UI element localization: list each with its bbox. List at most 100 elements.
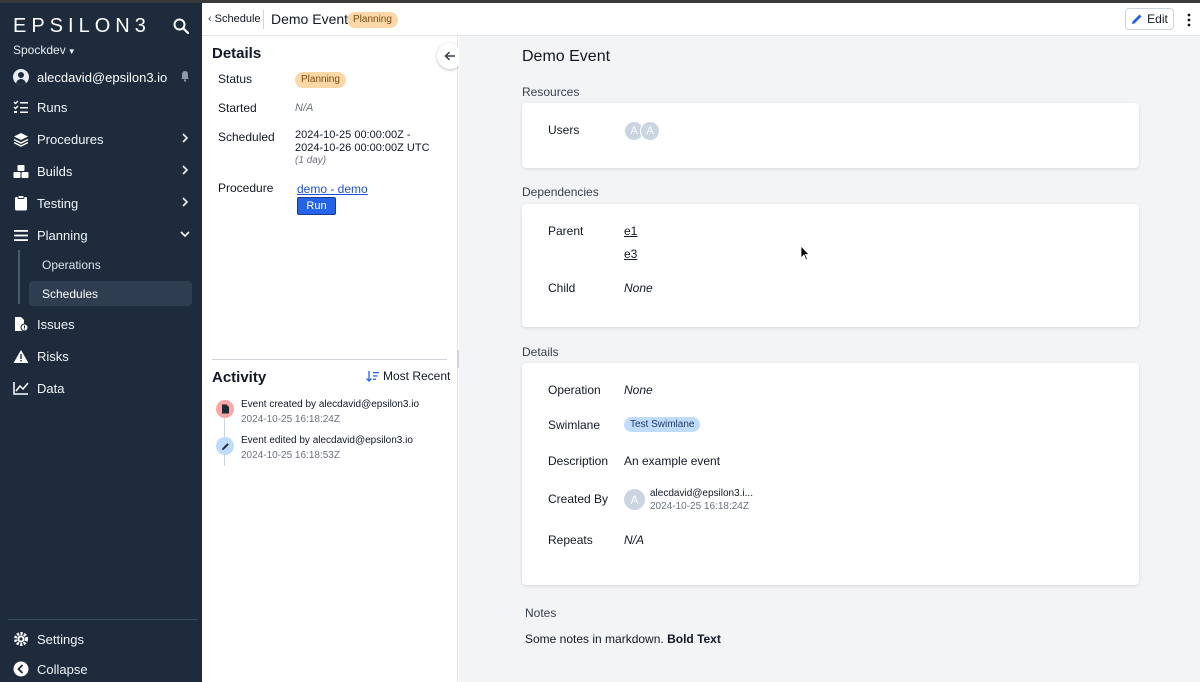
activity-timeline-line [224, 454, 225, 466]
run-button[interactable]: Run [297, 197, 336, 215]
app-logo[interactable]: EPSILON3 [13, 15, 151, 38]
parent-link[interactable]: e3 [624, 247, 637, 261]
event-title: Demo Event [522, 48, 611, 65]
collapse-label: Collapse [37, 661, 88, 677]
sidebar-subitem-schedules[interactable]: Schedules [29, 281, 192, 306]
more-options-icon[interactable] [1186, 12, 1192, 28]
created-time: 2024-10-25 16:18:24Z [650, 501, 749, 512]
chevron-down-icon [180, 231, 190, 238]
details-section-heading: Details [522, 345, 559, 359]
resources-heading: Resources [522, 85, 580, 99]
pencil-icon [216, 437, 234, 455]
sidebar-subitem-label: Schedules [42, 286, 99, 301]
line-chart-icon [13, 380, 29, 396]
page-title: Demo Event [271, 11, 349, 27]
user-avatar-icon [13, 69, 29, 85]
users-label: Users [548, 123, 580, 137]
activity-divider [212, 359, 447, 360]
topbar-divider [263, 10, 264, 29]
sidebar-item-label: Runs [37, 99, 68, 115]
scheduled-end: 2024-10-26 00:00:00Z UTC [295, 142, 430, 154]
top-bar: ‹ Schedule Demo Event Planning Edit [202, 3, 1200, 36]
sidebar-subitem-operations[interactable]: Operations [29, 252, 192, 277]
activity-time: 2024-10-25 16:18:53Z [241, 450, 340, 461]
sidebar-item-label: Procedures [37, 131, 104, 147]
status-value-badge: Planning [295, 72, 346, 88]
notes-body: Some notes in markdown. Bold Text [525, 632, 721, 646]
child-value: None [624, 281, 653, 295]
pencil-icon [1132, 14, 1142, 24]
sidebar-item-label: Builds [37, 163, 73, 179]
procedure-label: Procedure [218, 181, 274, 195]
bars-icon [13, 227, 29, 243]
description-label: Description [548, 454, 609, 468]
notes-text: Some notes in markdown. [525, 632, 668, 646]
edit-label: Edit [1147, 12, 1168, 26]
activity-text: Event created by alecdavid@epsilon3.io [241, 399, 420, 410]
repeats-value: N/A [624, 533, 645, 547]
sidebar-item-issues[interactable]: Issues [13, 312, 193, 336]
sidebar-item-procedures[interactable]: Procedures [13, 127, 193, 151]
sort-toggle[interactable]: Most Recent [366, 369, 450, 383]
activity-timeline-line [224, 418, 225, 438]
sidebar-item-runs[interactable]: Runs [13, 95, 193, 119]
operation-value: None [624, 383, 653, 397]
sidebar-item-testing[interactable]: Testing [13, 191, 193, 215]
bell-icon[interactable] [180, 70, 190, 82]
sidebar-item-label: Issues [37, 316, 75, 332]
clipboard-icon [13, 195, 29, 211]
user-avatar[interactable]: A [640, 121, 660, 141]
sidebar-item-planning[interactable]: Planning [13, 223, 193, 247]
chevron-right-icon [182, 197, 189, 207]
procedure-link[interactable]: demo - demo [297, 182, 368, 196]
description-value: An example event [624, 454, 721, 468]
workspace-selector[interactable]: Spockdev ▼ [13, 43, 76, 57]
sidebar-item-builds[interactable]: Builds [13, 159, 193, 183]
chevron-right-icon [182, 133, 189, 143]
activity-text: Event edited by alecdavid@epsilon3.io [241, 435, 413, 446]
breadcrumb[interactable]: ‹ Schedule [208, 13, 261, 25]
sidebar-collapse-button[interactable]: Collapse [13, 657, 193, 681]
activity-time: 2024-10-25 16:18:24Z [241, 414, 340, 425]
mouse-pointer-icon [800, 245, 810, 261]
dependencies-card [522, 204, 1139, 327]
file-alert-icon [13, 316, 29, 332]
details-card [522, 363, 1139, 585]
notes-heading: Notes [525, 606, 557, 620]
cubes-icon [13, 163, 29, 179]
caret-down-icon: ▼ [67, 47, 76, 56]
details-heading: Details [212, 45, 262, 62]
sidebar-item-data[interactable]: Data [13, 376, 193, 400]
creator-name: alecdavid@epsilon3.i... [650, 488, 753, 499]
settings-label: Settings [37, 631, 84, 647]
gear-icon [13, 631, 29, 647]
created-by-label: Created By [548, 492, 609, 506]
creator-avatar: A [624, 489, 645, 510]
resources-card [522, 103, 1139, 168]
repeats-label: Repeats [548, 533, 593, 547]
file-icon [216, 400, 234, 418]
sidebar-item-risks[interactable]: Risks [13, 344, 193, 368]
search-icon[interactable] [172, 17, 190, 35]
subnav-guide-line [18, 250, 20, 304]
user-menu[interactable]: alecdavid@epsilon3.io [13, 67, 193, 87]
edit-button[interactable]: Edit [1125, 8, 1174, 30]
sidebar-item-settings[interactable]: Settings [13, 627, 193, 651]
parent-link[interactable]: e1 [624, 224, 637, 238]
scheduled-label: Scheduled [218, 130, 275, 144]
started-label: Started [218, 101, 257, 115]
sidebar-subitem-label: Operations [42, 257, 101, 272]
layers-icon [13, 131, 29, 147]
arrow-left-icon [444, 51, 455, 61]
breadcrumb-label: Schedule [214, 13, 261, 25]
notes-bold-text: Bold Text [667, 632, 721, 646]
child-label: Child [548, 281, 576, 295]
sidebar-item-label: Planning [37, 227, 88, 243]
swimlane-badge: Test Swimlane [624, 417, 701, 432]
sidebar-item-label: Data [37, 380, 65, 396]
parent-label: Parent [548, 224, 584, 238]
sort-descending-icon [366, 371, 379, 382]
chevron-left-icon: ‹ [208, 13, 212, 25]
sidebar-item-label: Risks [37, 348, 69, 364]
activity-heading: Activity [212, 369, 267, 386]
